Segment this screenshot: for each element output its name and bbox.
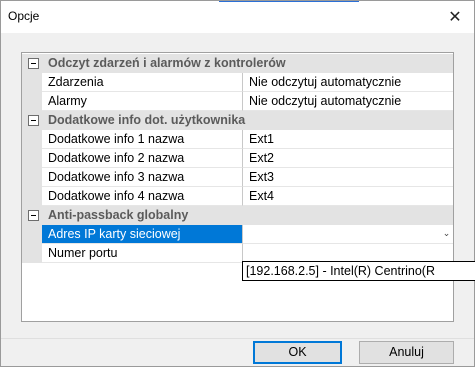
collapse-icon[interactable] — [28, 210, 39, 221]
category-user-extra-info[interactable]: Dodatkowe info dot. użytkownika — [22, 111, 453, 130]
category-label: Anti-passback globalny — [48, 208, 189, 222]
property-name[interactable]: Alarmy — [42, 92, 243, 111]
ip-address-dropdown-option[interactable]: [192.168.2.5] - Intel(R) Centrino(R — [242, 261, 475, 281]
property-value[interactable]: Ext4 — [243, 187, 453, 206]
property-name[interactable]: Dodatkowe info 3 nazwa — [42, 168, 243, 187]
cancel-button[interactable]: Anuluj — [359, 341, 454, 364]
dialog-title: Opcje — [8, 9, 40, 23]
property-value[interactable]: Nie odczytuj automatycznie — [243, 73, 453, 92]
collapse-icon[interactable] — [28, 115, 39, 126]
property-row-ext2[interactable]: Dodatkowe info 2 nazwa Ext2 — [22, 149, 453, 168]
category-controller-readout[interactable]: Odczyt zdarzeń i alarmów z kontrolerów — [22, 54, 453, 73]
title-accent-line — [219, 1, 359, 2]
property-row-ip-address[interactable]: Adres IP karty sieciowej ⌄ — [22, 225, 453, 244]
property-grid[interactable]: Odczyt zdarzeń i alarmów z kontrolerów Z… — [21, 52, 454, 322]
category-label: Odczyt zdarzeń i alarmów z kontrolerów — [48, 56, 286, 70]
property-name[interactable]: Zdarzenia — [42, 73, 243, 92]
property-name[interactable]: Adres IP karty sieciowej — [42, 225, 243, 244]
category-label: Dodatkowe info dot. użytkownika — [48, 113, 246, 127]
close-icon[interactable]: ✕ — [436, 1, 474, 33]
property-name[interactable]: Dodatkowe info 4 nazwa — [42, 187, 243, 206]
property-name[interactable]: Numer portu — [42, 244, 243, 263]
property-row-ext3[interactable]: Dodatkowe info 3 nazwa Ext3 — [22, 168, 453, 187]
property-value[interactable]: Nie odczytuj automatycznie — [243, 92, 453, 111]
title-bar[interactable]: Opcje ✕ — [1, 1, 474, 33]
ok-button[interactable]: OK — [253, 341, 342, 364]
collapse-icon[interactable] — [28, 58, 39, 69]
category-anti-passback[interactable]: Anti-passback globalny — [22, 206, 453, 225]
property-row-events[interactable]: Zdarzenia Nie odczytuj automatycznie — [22, 73, 453, 92]
property-name[interactable]: Dodatkowe info 2 nazwa — [42, 149, 243, 168]
property-row-alarms[interactable]: Alarmy Nie odczytuj automatycznie — [22, 92, 453, 111]
options-dialog: Opcje ✕ Odczyt zdarzeń i alarmów z kontr… — [0, 0, 475, 367]
property-row-ext1[interactable]: Dodatkowe info 1 nazwa Ext1 — [22, 130, 453, 149]
property-value[interactable]: Ext2 — [243, 149, 453, 168]
property-value[interactable]: Ext3 — [243, 168, 453, 187]
property-row-ext4[interactable]: Dodatkowe info 4 nazwa Ext4 — [22, 187, 453, 206]
chevron-down-icon[interactable]: ⌄ — [440, 225, 453, 244]
separator — [1, 338, 474, 339]
property-name[interactable]: Dodatkowe info 1 nazwa — [42, 130, 243, 149]
property-value[interactable]: Ext1 — [243, 130, 453, 149]
property-value[interactable] — [243, 225, 453, 244]
